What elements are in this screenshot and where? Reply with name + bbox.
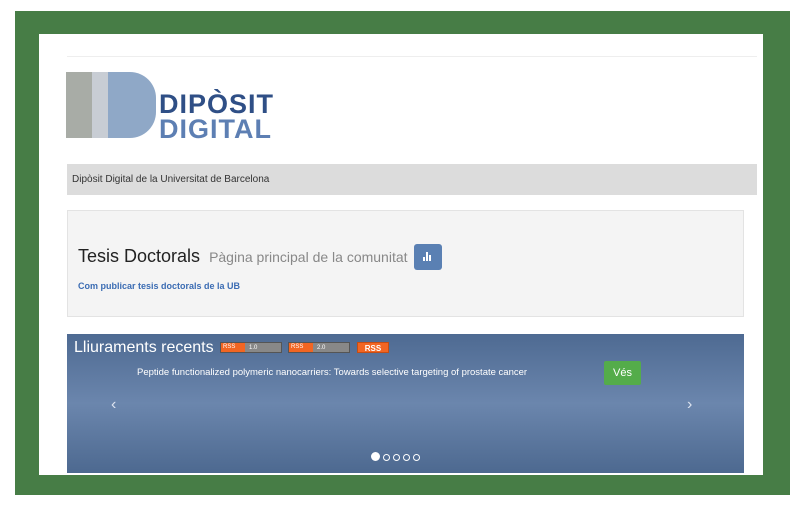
bar-chart-icon <box>423 252 433 261</box>
breadcrumb: Dipòsit Digital de la Universitat de Bar… <box>67 164 757 195</box>
rss-1-0-feed-button[interactable]: RSS 1.0 <box>220 342 282 353</box>
logo-wordmark: DIPÒSIT DIGITAL <box>159 91 274 144</box>
rss-badge-version: 1.0 <box>249 345 258 351</box>
logo-shape-right <box>108 72 156 138</box>
go-button[interactable]: Vés <box>604 361 641 385</box>
carousel-indicators <box>371 448 423 461</box>
statistics-button[interactable] <box>414 244 442 270</box>
rss-feed-button[interactable]: RSS <box>357 342 389 353</box>
carousel-indicator-2[interactable] <box>383 454 390 461</box>
publish-theses-link[interactable]: Com publicar tesis doctorals de la UB <box>78 281 240 291</box>
community-subtitle: Pàgina principal de la comunitat <box>209 249 408 265</box>
page-title: Tesis Doctorals Pàgina principal de la c… <box>78 246 408 267</box>
recent-submissions-heading: Lliuraments recents <box>74 339 214 356</box>
recent-submissions-carousel: Lliuraments recents RSS 1.0 RSS 2.0 RSS Pe… <box>67 334 744 473</box>
rss-2-0-feed-button[interactable]: RSS 2.0 <box>288 342 350 353</box>
top-divider <box>67 56 757 57</box>
logo-line2: DIGITAL <box>159 114 272 144</box>
rss-badge-label: RSS <box>221 343 245 352</box>
green-frame: DIPÒSIT DIGITAL Dipòsit Digital de la Un… <box>15 11 790 495</box>
carousel-indicator-1[interactable] <box>371 452 380 461</box>
community-header: Tesis Doctorals Pàgina principal de la c… <box>67 210 744 317</box>
page-content: DIPÒSIT DIGITAL Dipòsit Digital de la Un… <box>39 34 763 475</box>
carousel-indicator-5[interactable] <box>413 454 420 461</box>
carousel-indicator-4[interactable] <box>403 454 410 461</box>
carousel-item-title[interactable]: Peptide functionalized polymeric nanocar… <box>137 367 527 378</box>
rss-badge-version: 2.0 <box>317 345 326 351</box>
carousel-prev-icon[interactable]: ‹ <box>111 396 116 414</box>
carousel-indicator-3[interactable] <box>393 454 400 461</box>
carousel-next-icon[interactable]: › <box>687 396 692 414</box>
breadcrumb-link-home[interactable]: Dipòsit Digital de la Universitat de Bar… <box>72 174 269 185</box>
site-logo[interactable]: DIPÒSIT DIGITAL <box>66 72 336 152</box>
rss-badge-label: RSS <box>289 343 313 352</box>
community-title: Tesis Doctorals <box>78 246 201 266</box>
